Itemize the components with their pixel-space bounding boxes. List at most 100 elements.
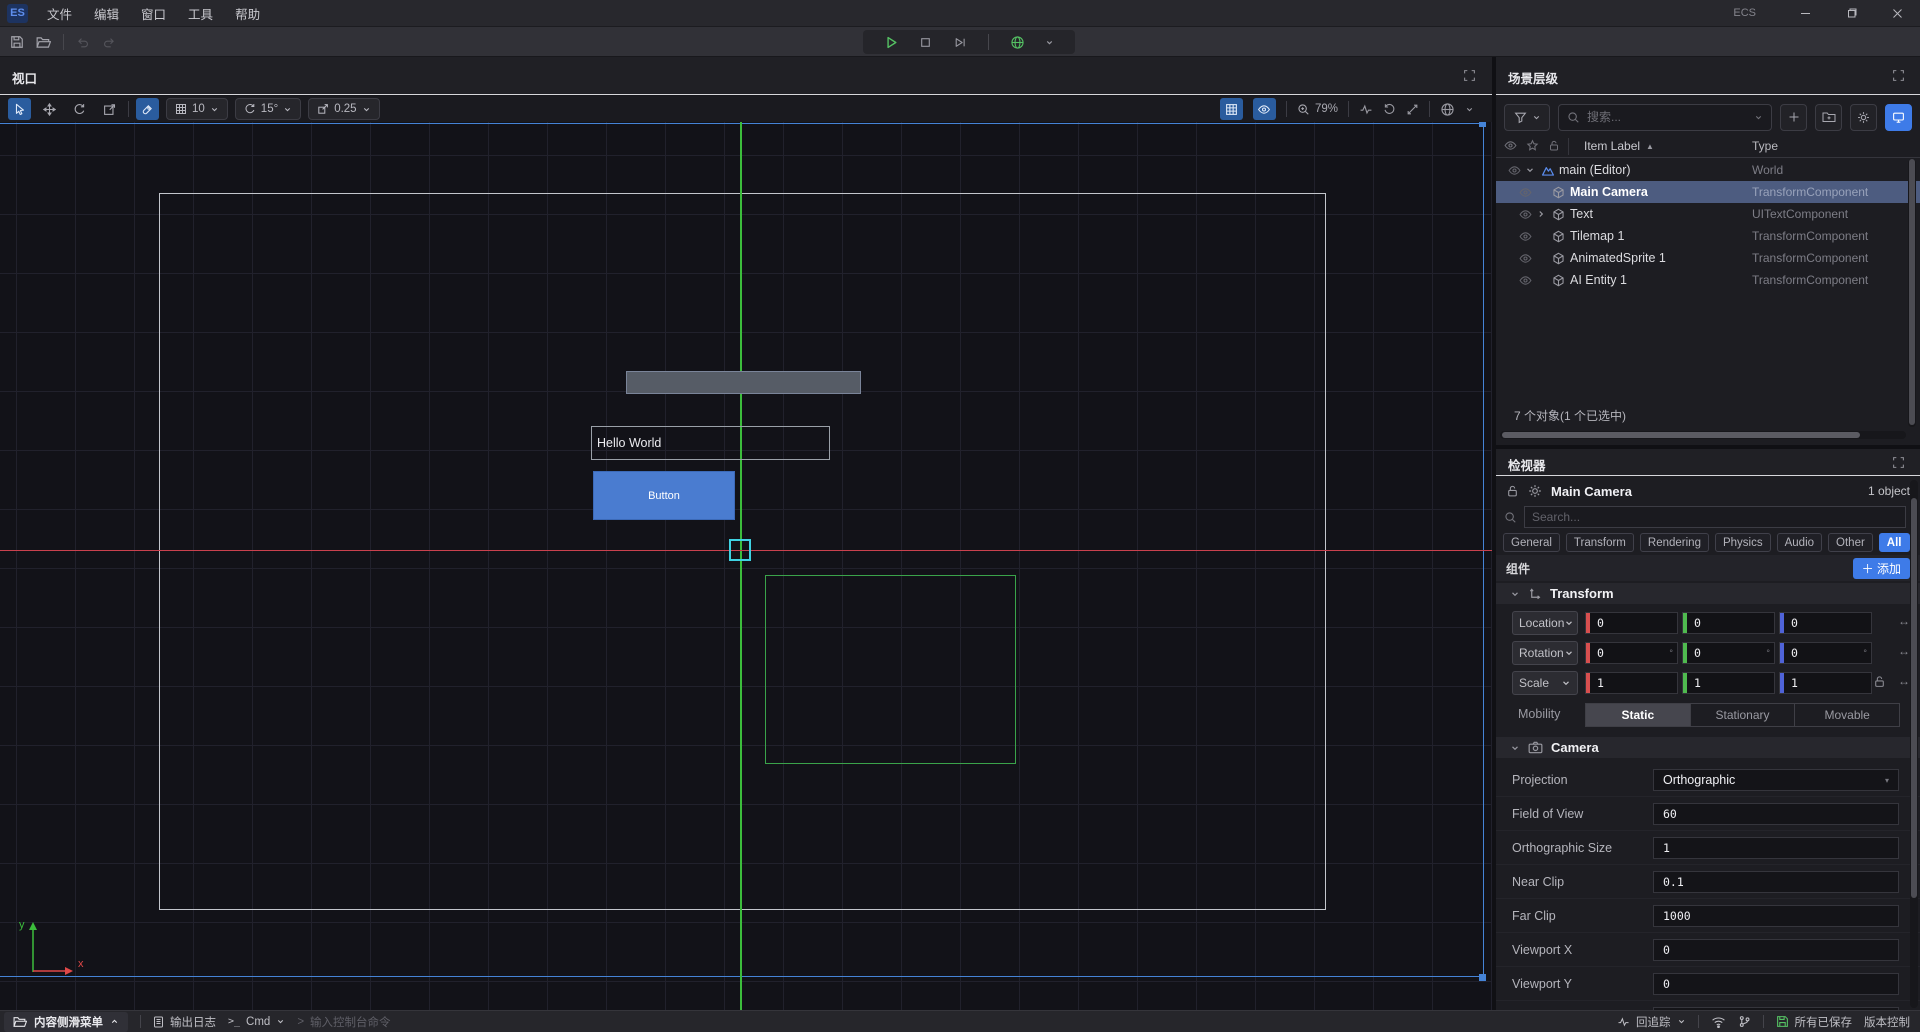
chevron-down-icon[interactable] <box>1465 105 1474 114</box>
inspector-expand-icon[interactable] <box>1892 456 1905 469</box>
select-tool-button[interactable] <box>8 98 31 120</box>
row-visibility-eye-icon[interactable] <box>1517 252 1533 265</box>
save-status[interactable]: 所有已保存 <box>1776 1014 1853 1030</box>
fullscreen-expand-icon[interactable] <box>1406 103 1419 116</box>
near-clip-input[interactable]: 0.1 <box>1653 871 1899 893</box>
content-drawer-button[interactable]: 内容侧滑菜单 <box>4 1012 128 1032</box>
field-of-view-input[interactable]: 60 <box>1653 803 1899 825</box>
hierarchy-row-main-camera[interactable]: Main Camera TransformComponent <box>1496 181 1920 203</box>
tab-general[interactable]: General <box>1503 533 1560 552</box>
stats-pulse-icon[interactable] <box>1359 103 1373 116</box>
camera-bounds-handle[interactable] <box>1479 122 1486 127</box>
location-y-field[interactable]: 0 <box>1682 612 1775 634</box>
window-minimize-button[interactable] <box>1782 0 1828 26</box>
viewport-expand-icon[interactable] <box>1463 69 1476 82</box>
undo-icon[interactable] <box>76 36 90 49</box>
backtrace-button[interactable]: 回追踪 <box>1617 1014 1686 1030</box>
stop-button[interactable] <box>919 36 932 49</box>
app-logo[interactable]: ES <box>7 4 28 23</box>
window-maximize-button[interactable] <box>1828 0 1874 26</box>
inspector-search-input[interactable] <box>1532 510 1898 524</box>
cmd-selector[interactable]: >_ Cmd <box>228 1016 285 1028</box>
version-control-button[interactable]: 版本控制 <box>1864 1014 1910 1030</box>
viewport-x-input[interactable]: 0 <box>1653 939 1899 961</box>
green-region-rect[interactable] <box>765 575 1016 764</box>
mobility-static[interactable]: Static <box>1585 703 1691 727</box>
row-visibility-eye-icon[interactable] <box>1517 230 1533 243</box>
sprite-bar-object[interactable] <box>626 371 861 394</box>
rotation-y-field[interactable]: 0° <box>1682 642 1775 664</box>
reset-view-icon[interactable] <box>1383 103 1396 116</box>
scale-z-field[interactable]: 1 <box>1779 672 1872 694</box>
window-close-button[interactable] <box>1874 0 1920 26</box>
network-wifi-icon[interactable] <box>1711 1016 1726 1028</box>
add-folder-button[interactable] <box>1815 104 1842 131</box>
hierarchy-settings-gear-button[interactable] <box>1850 104 1877 131</box>
redo-icon[interactable] <box>102 36 116 49</box>
tab-transform[interactable]: Transform <box>1566 533 1634 552</box>
menu-item[interactable]: 编辑 <box>92 2 121 25</box>
menu-item[interactable]: 工具 <box>186 2 215 25</box>
scale-y-field[interactable]: 1 <box>1682 672 1775 694</box>
globe-dropdown-caret-icon[interactable] <box>1045 38 1054 47</box>
scale-x-field[interactable]: 1 <box>1585 672 1678 694</box>
world-globe-button[interactable] <box>1010 35 1025 50</box>
output-log-button[interactable]: 输出日志 <box>153 1014 216 1030</box>
menu-item[interactable]: 文件 <box>45 2 74 25</box>
step-button[interactable] <box>953 36 967 49</box>
column-type[interactable]: Type <box>1752 139 1778 153</box>
hierarchy-row-text[interactable]: Text UITextComponent <box>1496 203 1920 225</box>
hierarchy-horizontal-scrollbar[interactable] <box>1500 431 1906 439</box>
grid-visibility-button[interactable] <box>1220 98 1243 120</box>
add-component-button[interactable]: ＋ 添加 <box>1853 558 1910 579</box>
viewport-world-globe-icon[interactable] <box>1440 102 1455 117</box>
console-command-input[interactable]: >输入控制台命令 <box>297 1014 390 1030</box>
location-dropdown[interactable]: Location <box>1512 611 1578 635</box>
hierarchy-expand-icon[interactable] <box>1892 69 1905 82</box>
tab-audio[interactable]: Audio <box>1777 533 1822 552</box>
hierarchy-row-ai-entity-1[interactable]: AI Entity 1 TransformComponent <box>1496 269 1920 291</box>
scale-snap-dropdown[interactable]: 0.25 <box>308 98 379 120</box>
scale-dropdown[interactable]: Scale <box>1512 671 1578 695</box>
hierarchy-vertical-scrollbar[interactable] <box>1908 159 1916 427</box>
location-x-field[interactable]: 0 <box>1585 612 1678 634</box>
camera-section-header[interactable]: Camera <box>1496 737 1920 758</box>
row-visibility-eye-icon[interactable] <box>1506 164 1522 177</box>
rotation-dropdown[interactable]: Rotation <box>1512 641 1578 665</box>
column-lock-icon[interactable] <box>1548 139 1560 152</box>
inspector-vertical-scrollbar[interactable] <box>1910 480 1918 1008</box>
row-visibility-eye-icon[interactable] <box>1517 186 1533 199</box>
scale-lock-icon[interactable] <box>1873 674 1886 688</box>
origin-selection-square[interactable] <box>729 539 751 561</box>
column-visibility-eye-icon[interactable] <box>1504 139 1517 152</box>
camera-bounds-handle[interactable] <box>1479 974 1486 981</box>
chevron-down-icon[interactable] <box>1754 113 1763 122</box>
menu-item[interactable]: 帮助 <box>233 2 262 25</box>
rotation-z-field[interactable]: 0° <box>1779 642 1872 664</box>
link-axes-icon[interactable]: ↔ <box>1898 644 1910 658</box>
caret-right-icon[interactable] <box>1533 209 1549 219</box>
menu-item[interactable]: 窗口 <box>139 2 168 25</box>
add-entity-button[interactable] <box>1780 104 1807 131</box>
scene-canvas[interactable]: Hello World Button y x <box>0 122 1492 1010</box>
row-visibility-eye-icon[interactable] <box>1517 208 1533 221</box>
grid-snap-dropdown[interactable]: 10 <box>166 98 228 120</box>
zoom-level[interactable]: 79% <box>1297 103 1338 116</box>
column-favorite-star-icon[interactable] <box>1526 139 1539 152</box>
link-axes-icon[interactable]: ↔ <box>1898 674 1910 688</box>
inspector-lock-icon[interactable] <box>1506 484 1519 498</box>
rotate-tool-button[interactable] <box>68 98 91 120</box>
hierarchy-row-tilemap-1[interactable]: Tilemap 1 TransformComponent <box>1496 225 1920 247</box>
save-icon[interactable] <box>10 35 24 49</box>
open-folder-icon[interactable] <box>36 36 51 49</box>
text-object[interactable]: Hello World <box>591 426 830 460</box>
mobility-movable[interactable]: Movable <box>1795 703 1900 727</box>
move-tool-button[interactable] <box>38 98 61 120</box>
hierarchy-search-box[interactable] <box>1558 104 1772 131</box>
filter-button[interactable] <box>1504 104 1550 131</box>
tab-all[interactable]: All <box>1879 533 1910 552</box>
column-item-label[interactable]: Item Label▲ <box>1584 139 1654 153</box>
snap-toggle-button[interactable] <box>136 98 159 120</box>
rect-edit-tool-button[interactable] <box>98 98 121 120</box>
visibility-eye-button[interactable] <box>1253 98 1276 120</box>
